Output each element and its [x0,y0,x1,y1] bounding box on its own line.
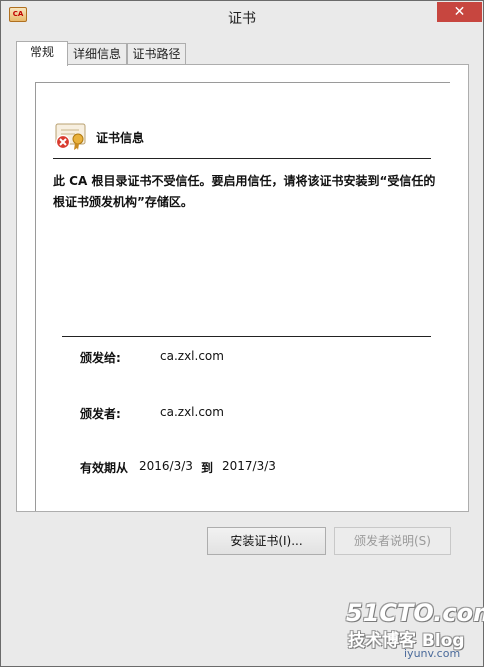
certificate-info-box: 证书信息 此 CA 根目录证书不受信任。要启用信任，请将该证书安装到“受信任的根… [35,82,450,511]
tab-label: 证书路径 [132,47,181,61]
divider [62,336,431,337]
divider [53,158,431,159]
valid-to-value: 2017/3/3 [222,459,276,473]
watermark-url: iyunv.com [404,647,461,660]
issuer-statement-button[interactable]: 颁发者说明(S) [334,527,451,555]
certificate-dialog: CA 证书 ✕ 常规 详细信息 证书路径 证书信息 此 CA 根目录证书不受信任… [0,0,484,667]
tab-general[interactable]: 常规 [16,41,68,66]
tab-certification-path[interactable]: 证书路径 [127,43,186,65]
issued-by-label: 颁发者: [80,407,121,421]
watermark: 51CTO.com 技术博客 Blog iyunv.com [346,599,484,665]
close-icon: ✕ [453,4,466,20]
window-title: 证书 [228,11,256,27]
certificate-error-icon [55,123,86,150]
trust-warning-text: 此 CA 根目录证书不受信任。要启用信任，请将该证书安装到“受信任的根证书颁发机… [53,174,436,209]
tab-label: 常规 [29,45,54,59]
issued-to-label: 颁发给: [80,351,121,365]
tab-label: 详细信息 [72,47,121,61]
install-certificate-button[interactable]: 安装证书(I)... [207,527,326,555]
close-button[interactable]: ✕ [437,2,482,22]
section-title: 证书信息 [96,131,145,145]
issued-by-value: ca.zxl.com [160,405,224,419]
valid-from-value: 2016/3/3 [139,459,193,473]
validity-to-word: 到 [201,461,214,475]
watermark-line1: 51CTO.com [346,599,484,627]
issued-to-value: ca.zxl.com [160,349,224,363]
general-tab-panel: 证书信息 此 CA 根目录证书不受信任。要启用信任，请将该证书安装到“受信任的根… [16,64,469,512]
tab-details[interactable]: 详细信息 [67,43,127,65]
title-bar[interactable]: CA 证书 ✕ [1,1,483,31]
validity-label: 有效期从 [80,461,129,475]
